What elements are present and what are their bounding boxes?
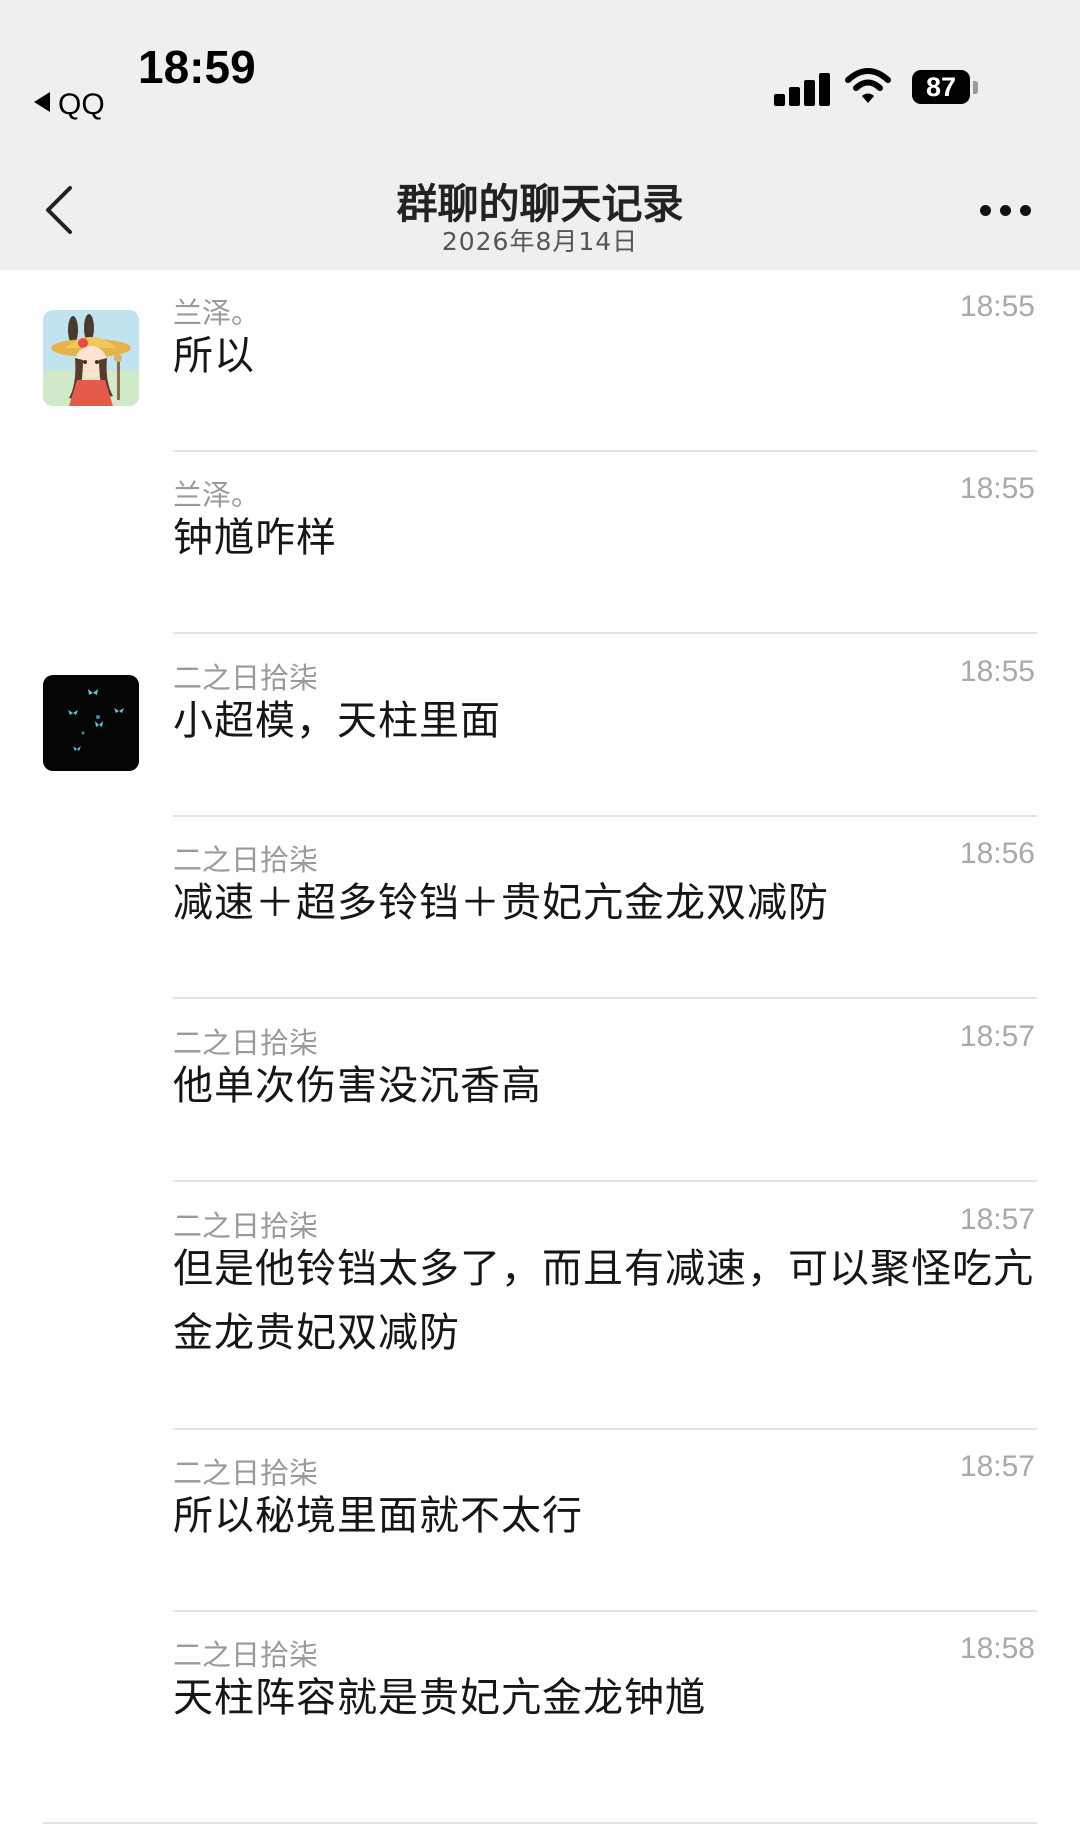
- battery-level: 87: [912, 70, 970, 104]
- message-time: 18:56: [959, 837, 1035, 870]
- back-app-label: QQ: [58, 88, 105, 121]
- message-text: 他单次伤害没沉香高: [173, 1063, 542, 1109]
- divider: [173, 1610, 1037, 1612]
- cellular-signal-icon: [774, 70, 830, 106]
- back-to-app[interactable]: QQ: [34, 88, 105, 122]
- message-time: 18:57: [959, 1450, 1035, 1483]
- page-title: 群聊的聊天记录: [396, 180, 684, 228]
- more-options-button[interactable]: [980, 205, 1032, 217]
- message-time: 18:57: [959, 1203, 1035, 1236]
- bottom-divider: [43, 1822, 1037, 1824]
- back-triangle-icon: [34, 92, 50, 112]
- divider: [173, 997, 1037, 999]
- message-time: 18:55: [959, 655, 1035, 688]
- message-text: 天柱阵容就是贵妃亢金龙钟馗: [173, 1675, 706, 1721]
- status-time: 18:59: [138, 41, 256, 93]
- divider: [173, 1428, 1037, 1430]
- wifi-icon: [845, 68, 891, 103]
- top-bar: 18:59 QQ 87 群聊的聊天记录 2026年8月14日: [0, 0, 1080, 270]
- butterfly-avatar[interactable]: [43, 675, 139, 771]
- message-time: 18:55: [959, 472, 1035, 505]
- message-text: 减速＋超多铃铛＋贵妃亢金龙双减防: [173, 880, 829, 926]
- page-subtitle-date: 2026年8月14日: [441, 227, 639, 256]
- message-text: 小超模，天柱里面: [173, 698, 501, 744]
- divider: [173, 450, 1037, 452]
- message-text: 所以: [173, 333, 255, 379]
- divider: [173, 632, 1037, 634]
- message-time: 18:58: [959, 1632, 1035, 1665]
- message-text: 但是他铃铛太多了，而且有减速，可以聚怪吃亢金龙贵妃双减防: [173, 1246, 1034, 1356]
- divider: [173, 815, 1037, 817]
- message-time: 18:55: [959, 290, 1035, 323]
- divider: [173, 1180, 1037, 1182]
- message-text: 所以秘境里面就不太行: [173, 1493, 583, 1539]
- battery-tip-icon: [973, 81, 978, 94]
- anime-girl-avatar[interactable]: [43, 310, 139, 406]
- message-text: 钟馗咋样: [173, 515, 337, 561]
- message-time: 18:57: [959, 1020, 1035, 1053]
